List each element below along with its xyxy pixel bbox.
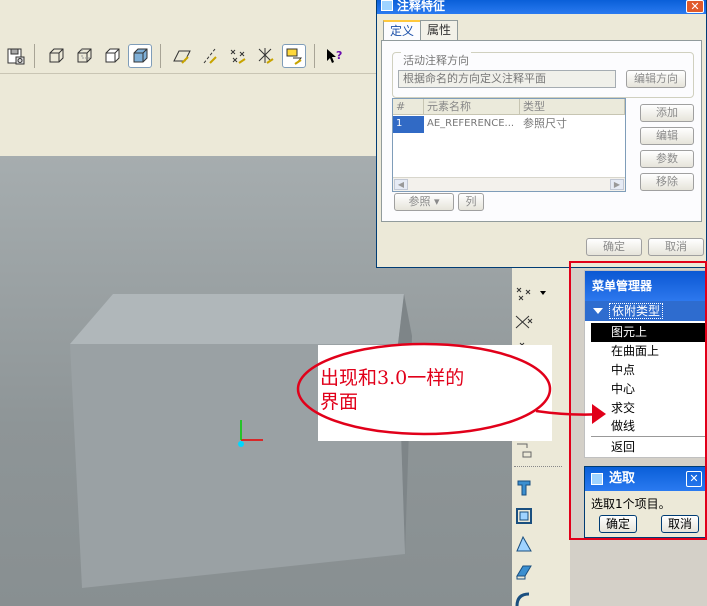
- dialog-tabs: 定义 属性: [383, 20, 459, 41]
- top-strip: [0, 0, 380, 38]
- sketch-tool-icon[interactable]: [512, 439, 536, 461]
- blend-tool-icon[interactable]: [512, 587, 536, 606]
- callout-line-1: 出现和3.0一样的: [320, 367, 465, 389]
- sweep-tool-icon[interactable]: [512, 561, 536, 583]
- scroll-left-icon[interactable]: ◀: [394, 179, 408, 190]
- chevron-down-icon: ▾: [433, 195, 440, 208]
- view-cube-nohidden-icon[interactable]: [100, 44, 124, 68]
- datum-plane-display-icon[interactable]: [170, 44, 194, 68]
- column-header-name[interactable]: 元素名称: [424, 99, 520, 115]
- sketched-point-icon[interactable]: [512, 311, 536, 333]
- window-icon: [381, 0, 393, 11]
- table-cell-index[interactable]: 1: [393, 116, 424, 133]
- extrude-tool-icon[interactable]: [512, 477, 536, 499]
- annotation-elements-table[interactable]: # 元素名称 类型 1 AE_REFERENCE... 参照尺寸 ◀ ▶: [392, 98, 626, 192]
- tab-definition[interactable]: 定义: [383, 20, 422, 41]
- annotation-display-icon[interactable]: [282, 44, 306, 68]
- column-header-index[interactable]: #: [393, 99, 424, 115]
- main-toolbar: ?: [0, 38, 380, 74]
- tab-properties[interactable]: 属性: [420, 20, 459, 40]
- coordinate-system-display-icon[interactable]: [254, 44, 278, 68]
- graphics-header-area: [0, 74, 380, 156]
- datum-point-tool-icon[interactable]: [512, 283, 536, 305]
- column-header-type[interactable]: 类型: [520, 99, 625, 115]
- callout-line-2: 界面: [320, 391, 359, 413]
- highlight-frame: [569, 261, 707, 540]
- remove-button[interactable]: 移除: [640, 173, 694, 191]
- horizontal-scrollbar[interactable]: ◀ ▶: [393, 177, 625, 191]
- axis-origin: [238, 441, 244, 447]
- toolbar-separator: [514, 466, 562, 467]
- ok-button[interactable]: 确定: [586, 238, 642, 256]
- scroll-right-icon[interactable]: ▶: [610, 179, 624, 190]
- datum-axis-display-icon[interactable]: [198, 44, 222, 68]
- dialog-title: 注释特征: [397, 0, 446, 13]
- toolbar-separator: [34, 44, 35, 68]
- view-cube-hidden-icon[interactable]: [72, 44, 96, 68]
- edit-direction-button[interactable]: 编辑方向: [626, 70, 686, 88]
- save-copy-icon[interactable]: [4, 44, 28, 68]
- draft-tool-icon[interactable]: [512, 533, 536, 555]
- view-cube-shaded-icon[interactable]: [128, 44, 152, 68]
- context-help-icon[interactable]: ?: [322, 44, 346, 68]
- parameters-button[interactable]: 参数: [640, 150, 694, 168]
- svg-text:?: ?: [336, 49, 342, 62]
- toolbar-separator: [314, 44, 315, 68]
- add-button[interactable]: 添加: [640, 104, 694, 122]
- shell-tool-icon[interactable]: [512, 505, 536, 527]
- references-button[interactable]: 参照 ▾: [394, 193, 454, 211]
- group-title: 活动注释方向: [401, 52, 471, 68]
- cancel-button[interactable]: 取消: [648, 238, 704, 256]
- dropdown-arrow-icon[interactable]: [540, 291, 546, 295]
- orientation-field[interactable]: 根据命名的方向定义注释平面: [398, 70, 616, 88]
- table-cell-type[interactable]: 参照尺寸: [520, 116, 625, 133]
- table-cell-name[interactable]: AE_REFERENCE...: [424, 116, 520, 133]
- toolbar-separator: [160, 44, 161, 68]
- callout-text: 出现和3.0一样的 界面: [320, 366, 550, 414]
- box-top-face: [70, 294, 404, 344]
- columns-button[interactable]: 列: [458, 193, 484, 211]
- references-label: 参照: [408, 195, 431, 208]
- datum-point-display-icon[interactable]: [226, 44, 250, 68]
- dialog-titlebar[interactable]: 注释特征 ✕: [377, 0, 706, 14]
- view-cube-wireframe-icon[interactable]: [44, 44, 68, 68]
- edit-button[interactable]: 编辑: [640, 127, 694, 145]
- close-icon[interactable]: ✕: [686, 0, 704, 13]
